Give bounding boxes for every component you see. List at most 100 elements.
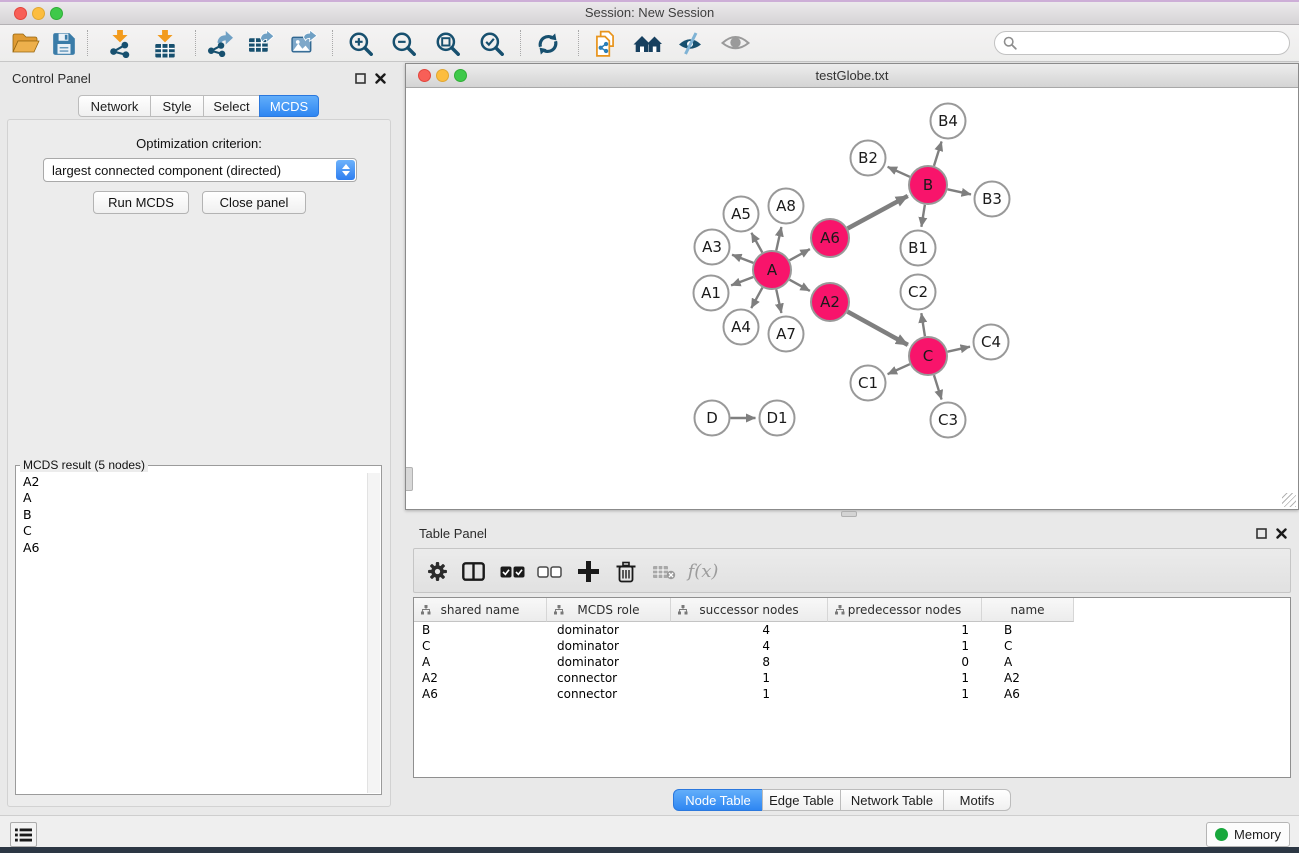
graph-edge-C-C1[interactable] (888, 364, 910, 374)
table-cell[interactable]: C (982, 638, 1074, 654)
graph-edge-C-C2[interactable] (921, 313, 925, 336)
table-cell[interactable]: 4 (671, 622, 828, 638)
import-network-button[interactable] (102, 28, 138, 59)
column-header-shared-name[interactable]: shared name (414, 598, 547, 622)
table-cell[interactable]: 1 (671, 670, 828, 686)
hide-panel-button[interactable] (672, 28, 708, 59)
tab-node-table[interactable]: Node Table (673, 789, 763, 811)
graph-edge-B-B3[interactable] (948, 189, 971, 194)
table-row[interactable]: Cdominator41C (414, 638, 1290, 654)
graph-edge-B-B1[interactable] (921, 205, 924, 227)
table-cell[interactable]: A2 (414, 670, 547, 686)
create-column-button[interactable] (575, 549, 601, 594)
graph-edge-C-C3[interactable] (934, 375, 942, 399)
tab-network-table[interactable]: Network Table (840, 789, 944, 811)
table-row[interactable]: A6connector11A6 (414, 686, 1290, 702)
show-panel-button[interactable] (717, 28, 753, 59)
zoom-in-button[interactable] (343, 28, 379, 59)
table-cell[interactable]: 1 (828, 670, 982, 686)
mcds-result-item[interactable]: A2 (23, 474, 366, 490)
table-row[interactable]: A2connector11A2 (414, 670, 1290, 686)
table-cell[interactable]: 8 (671, 654, 828, 670)
save-session-button[interactable] (46, 28, 82, 59)
column-header-predecessor-nodes[interactable]: predecessor nodes (828, 598, 982, 622)
graph-edge-A-A5[interactable] (751, 233, 762, 253)
delete-column-button[interactable] (613, 549, 639, 594)
graph-edge-A-A4[interactable] (751, 288, 762, 309)
export-image-button[interactable] (286, 28, 322, 59)
network-canvas[interactable]: B4B2BB3A8A5A6A3B1AA1C2A2A4A7C4CC1C3DD1 (406, 88, 1298, 509)
select-all-columns-button[interactable] (498, 549, 526, 594)
graph-edge-A6-B[interactable] (848, 196, 908, 229)
table-float-button[interactable] (1253, 525, 1269, 541)
table-close-button[interactable] (1273, 525, 1289, 541)
table-cell[interactable]: dominator (547, 622, 671, 638)
table-cell[interactable]: connector (547, 686, 671, 702)
column-header-MCDS-role[interactable]: MCDS role (547, 598, 671, 622)
table-cell[interactable]: A (414, 654, 547, 670)
tab-select[interactable]: Select (203, 95, 260, 117)
tab-style[interactable]: Style (150, 95, 204, 117)
table-cell[interactable]: A2 (982, 670, 1074, 686)
import-table-button[interactable] (147, 28, 183, 59)
mcds-result-item[interactable]: C (23, 523, 366, 539)
table-cell[interactable]: dominator (547, 654, 671, 670)
close-panel-action-button[interactable]: Close panel (202, 191, 306, 214)
memory-button[interactable]: Memory (1206, 822, 1290, 847)
clone-network-button[interactable] (587, 28, 623, 59)
table-cell[interactable]: dominator (547, 638, 671, 654)
tab-network[interactable]: Network (78, 95, 151, 117)
unselect-all-columns-button[interactable] (535, 549, 563, 594)
table-cell[interactable]: 1 (828, 622, 982, 638)
graph-edge-A-A3[interactable] (732, 255, 753, 263)
task-history-button[interactable] (10, 822, 37, 847)
table-cell[interactable]: 0 (828, 654, 982, 670)
table-cell[interactable]: 1 (671, 686, 828, 702)
graph-edge-A-A7[interactable] (776, 290, 781, 313)
splitter-handle[interactable] (406, 467, 413, 491)
criterion-select[interactable]: largest connected component (directed) (43, 158, 357, 182)
run-mcds-button[interactable]: Run MCDS (93, 191, 189, 214)
horizontal-splitter-handle[interactable] (841, 511, 857, 517)
resize-grip[interactable] (1282, 493, 1296, 507)
result-scrollbar[interactable] (367, 473, 380, 793)
network-window-titlebar[interactable]: testGlobe.txt (406, 64, 1298, 88)
table-cell[interactable]: 1 (828, 638, 982, 654)
graph-edge-A-A6[interactable] (790, 249, 810, 260)
show-column-panel-button[interactable] (460, 549, 486, 594)
tab-edge-table[interactable]: Edge Table (762, 789, 841, 811)
graph-edge-A2-C[interactable] (848, 312, 908, 345)
open-file-button[interactable] (8, 28, 44, 59)
zoom-fit-button[interactable] (430, 28, 466, 59)
export-network-button[interactable] (201, 28, 237, 59)
home-button[interactable] (630, 28, 666, 59)
column-header-name[interactable]: name (982, 598, 1074, 622)
graph-edge-B-B2[interactable] (888, 167, 910, 177)
table-settings-button[interactable] (424, 549, 450, 594)
graph-edge-B-B4[interactable] (934, 142, 942, 166)
mcds-result-item[interactable]: A (23, 490, 366, 506)
table-cell[interactable]: B (982, 622, 1074, 638)
table-row[interactable]: Adominator80A (414, 654, 1290, 670)
table-cell[interactable]: connector (547, 670, 671, 686)
mcds-result-item[interactable]: A6 (23, 540, 366, 556)
search-input[interactable] (1022, 33, 1289, 53)
table-cell[interactable]: A6 (982, 686, 1074, 702)
search-field[interactable] (994, 31, 1290, 55)
float-panel-button[interactable] (352, 70, 368, 86)
graph-edge-A-A8[interactable] (776, 227, 781, 250)
table-row[interactable]: Bdominator41B (414, 622, 1290, 638)
column-header-successor-nodes[interactable]: successor nodes (671, 598, 828, 622)
table-cell[interactable]: A (982, 654, 1074, 670)
export-table-button[interactable] (243, 28, 279, 59)
table-cell[interactable]: 1 (828, 686, 982, 702)
graph-edge-C-C4[interactable] (948, 347, 970, 352)
table-cell[interactable]: B (414, 622, 547, 638)
table-cell[interactable]: C (414, 638, 547, 654)
refresh-button[interactable] (530, 28, 566, 59)
tab-motifs[interactable]: Motifs (943, 789, 1011, 811)
table-cell[interactable]: 4 (671, 638, 828, 654)
close-panel-button[interactable] (372, 70, 388, 86)
mcds-result-item[interactable]: B (23, 507, 366, 523)
zoom-out-button[interactable] (386, 28, 422, 59)
